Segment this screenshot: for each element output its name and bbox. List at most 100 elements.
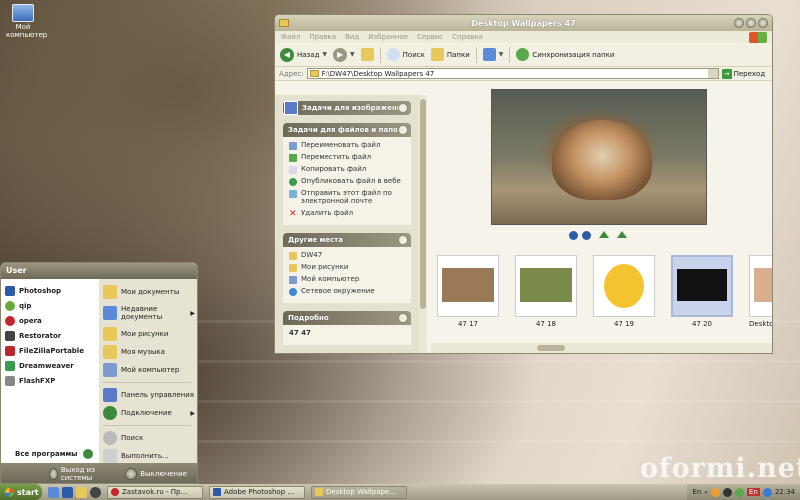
chevron-down-icon[interactable] [398, 103, 408, 113]
place-dw47[interactable]: DW47 [289, 251, 407, 263]
menu-tools[interactable]: Сервис [417, 33, 443, 41]
place-my-music[interactable]: Моя музыка [103, 343, 197, 361]
clock[interactable]: 22:34 [775, 488, 795, 496]
quick-launch-icon[interactable] [90, 486, 101, 498]
photoshop-icon [5, 285, 15, 296]
menu-edit[interactable]: Правка [309, 33, 336, 41]
next-image-button[interactable] [582, 231, 591, 240]
sync-button[interactable]: Синхронизация папки [516, 48, 614, 61]
details-header[interactable]: Подробно [283, 311, 411, 325]
task-opera[interactable]: Zastavok.ru - Пр... [107, 485, 203, 499]
folders-button[interactable]: Папки [430, 48, 470, 61]
tray-icon[interactable] [734, 487, 744, 497]
back-dropdown-icon[interactable]: ▼ [322, 51, 327, 58]
scrollbar-thumb[interactable] [537, 345, 565, 351]
task-delete[interactable]: ✕ Удалить файл [289, 209, 407, 221]
tray-expand-icon[interactable]: « [704, 489, 708, 496]
place-network[interactable]: Сетевое окружение [289, 287, 407, 299]
back-button[interactable]: ◀ Назад ▼ [280, 47, 327, 62]
program-restorator[interactable]: Restorator [5, 328, 99, 343]
program-opera[interactable]: opera [5, 313, 99, 328]
address-input[interactable]: F:\DW47\Desktop Wallpapers 47 [306, 68, 719, 79]
place-search[interactable]: Поиск [103, 429, 197, 447]
start-button[interactable]: start [0, 484, 42, 500]
place-recent-documents[interactable]: Недавние документы ▶ [103, 301, 197, 325]
place-my-computer[interactable]: Мой компьютер [103, 361, 197, 379]
tray-icon[interactable] [722, 487, 732, 497]
image-tasks-header[interactable]: Задачи для изображений [283, 101, 411, 115]
window-titlebar[interactable]: Desktop Wallpapers 47 [275, 15, 772, 31]
thumbnail-item[interactable]: Desktop [749, 255, 772, 328]
all-programs-button[interactable]: Все программы [15, 449, 93, 459]
task-explorer[interactable]: Desktop Wallpape... [311, 485, 407, 499]
documents-icon [103, 285, 117, 299]
shutdown-button[interactable]: Выключение [125, 468, 187, 480]
program-dreamweaver[interactable]: Dreamweaver [5, 358, 99, 373]
task-copy[interactable]: Копировать файл [289, 165, 407, 177]
views-button[interactable]: ▼ [482, 48, 504, 61]
task-label: Отправить этот файл по электронной почте [301, 189, 392, 205]
quick-launch-icon[interactable] [76, 486, 87, 498]
address-dropdown-icon[interactable] [707, 69, 718, 78]
place-label: Недавние документы [121, 305, 163, 321]
thumbnail-item[interactable]: 47 17 [437, 255, 499, 328]
move-icon [289, 154, 297, 162]
place-my-computer[interactable]: Мой компьютер [289, 275, 407, 287]
task-move[interactable]: Переместить файл [289, 153, 407, 165]
file-tasks-panel: Задачи для файлов и папок Переименовать … [283, 123, 411, 225]
place-my-documents[interactable]: Мои документы [103, 283, 197, 301]
chevron-up-icon[interactable] [398, 125, 408, 135]
menu-help[interactable]: Справка [452, 33, 483, 41]
thumbnail-item-selected[interactable]: 47 20 [671, 255, 733, 328]
previous-image-button[interactable] [569, 231, 578, 240]
chevron-up-icon[interactable] [398, 313, 408, 323]
rotate-left-icon[interactable] [599, 231, 609, 238]
language-indicator[interactable]: En [692, 488, 701, 496]
search-button[interactable]: Поиск [386, 48, 425, 61]
place-control-panel[interactable]: Панель управления [103, 386, 197, 404]
chevron-up-icon[interactable] [398, 235, 408, 245]
thumbnail-caption: 47 19 [613, 320, 635, 328]
task-rename[interactable]: Переименовать файл [289, 141, 407, 153]
program-flashfxp[interactable]: FlashFXP [5, 373, 99, 388]
place-my-pictures[interactable]: Мои рисунки [103, 325, 197, 343]
toolbar-separator [379, 46, 381, 63]
views-dropdown-icon[interactable]: ▼ [499, 51, 504, 58]
thumbnail-item[interactable]: 47 19 [593, 255, 655, 328]
taskpane-scrollbar[interactable] [419, 95, 427, 353]
program-qip[interactable]: qip [5, 298, 99, 313]
show-desktop-icon[interactable] [48, 486, 59, 498]
menu-favorites[interactable]: Избранное [368, 33, 408, 41]
go-button[interactable]: → Переход [721, 68, 765, 79]
quick-launch-icon[interactable] [62, 486, 73, 498]
program-filezilla[interactable]: FileZillaPortable [5, 343, 99, 358]
program-photoshop[interactable]: Photoshop [5, 283, 99, 298]
keyboard-layout-badge[interactable]: En [746, 488, 760, 496]
task-publish[interactable]: Опубликовать файл в вебе [289, 177, 407, 189]
task-photoshop[interactable]: Adobe Photoshop ... [209, 485, 305, 499]
copy-icon [289, 166, 297, 174]
forward-dropdown-icon[interactable]: ▼ [350, 51, 355, 58]
menu-view[interactable]: Вид [345, 33, 359, 41]
task-email[interactable]: Отправить этот файл по электронной почте [289, 189, 407, 209]
rotate-right-icon[interactable] [617, 231, 627, 238]
logoff-button[interactable]: Выход из системы [49, 466, 107, 482]
power-icon [125, 468, 138, 480]
thumbnail-item[interactable]: 47 18 [515, 255, 577, 328]
forward-button[interactable]: ▶ ▼ [333, 47, 355, 62]
globe-icon [289, 178, 297, 186]
menu-file[interactable]: Файл [281, 33, 300, 41]
file-tasks-header[interactable]: Задачи для файлов и папок [283, 123, 411, 137]
desktop-icon-my-computer[interactable]: Мой компьютер [6, 4, 47, 39]
scrollbar-thumb[interactable] [420, 99, 426, 309]
other-places-header[interactable]: Другие места [283, 233, 411, 247]
sync-icon [516, 48, 530, 61]
up-folder-icon[interactable] [360, 48, 374, 61]
place-my-pictures[interactable]: Мои рисунки [289, 263, 407, 275]
place-connect[interactable]: Подключение ▶ [103, 404, 197, 422]
tray-icon[interactable] [710, 487, 720, 497]
shutdown-label: Выключение [140, 470, 187, 478]
details-panel: Подробно 47 47 [283, 311, 411, 345]
thumbnail-scrollbar[interactable] [431, 343, 772, 353]
volume-icon[interactable] [762, 487, 772, 497]
